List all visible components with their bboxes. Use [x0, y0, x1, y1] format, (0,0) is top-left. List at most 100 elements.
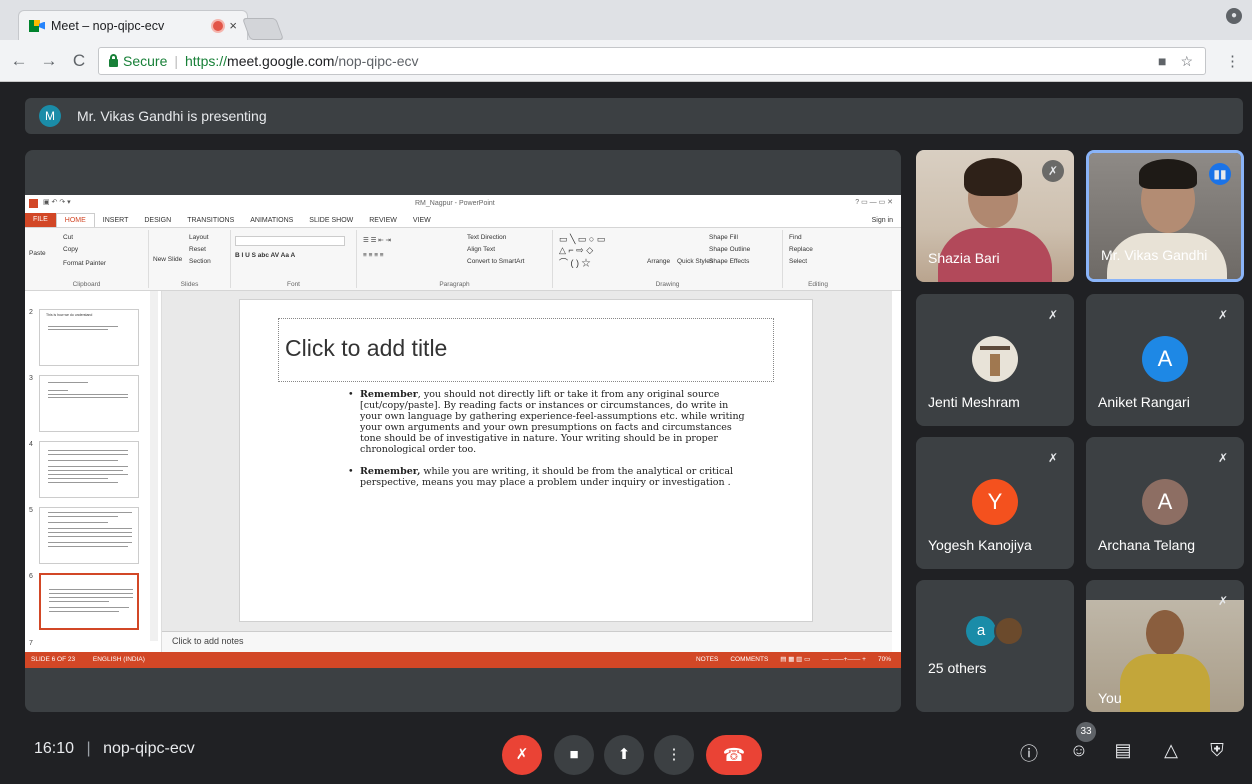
status-comments-button[interactable]: COMMENTS	[730, 652, 768, 668]
ppt-tab-transitions[interactable]: TRANSITIONS	[179, 217, 242, 224]
presenter-avatar: M	[39, 105, 61, 127]
address-bar[interactable]: Secure | https:// meet.google.com /nop-q…	[98, 47, 1206, 75]
shape-fill-button[interactable]: Shape Fill	[709, 234, 738, 241]
others-count: 25 others	[928, 660, 987, 676]
browser-menu-icon[interactable]: ⋮	[1225, 52, 1240, 70]
font-group: B I U S abc AV Aa A Font	[231, 230, 357, 288]
ppt-tab-review[interactable]: REVIEW	[361, 217, 405, 224]
others-tile[interactable]: a 25 others	[916, 580, 1074, 712]
font-label: Font	[286, 281, 300, 288]
chat-icon[interactable]: ▤	[1110, 740, 1136, 761]
meet-favicon-icon	[29, 19, 45, 32]
ppt-tab-insert[interactable]: INSERT	[95, 217, 137, 224]
slide-thumbnail-5[interactable]	[39, 507, 139, 564]
shapes-gallery[interactable]: ▭ ╲ ▭ ○ ▭ △ ⌐ ⇨ ◇ ⌒ ( ) ☆	[559, 234, 605, 269]
current-slide[interactable]: Click to add title Remember, you should …	[239, 299, 813, 622]
layout-button[interactable]: Layout	[189, 234, 209, 241]
quick-access-icons: ▣ ↶ ↷ ▾	[43, 199, 71, 206]
thumbnail-scrollbar[interactable]	[150, 291, 158, 641]
cut-button[interactable]: Cut	[63, 234, 73, 241]
slide-thumbnail-4[interactable]	[39, 441, 139, 498]
notes-pane[interactable]: Click to add notes	[162, 631, 892, 652]
status-notes-button[interactable]: NOTES	[696, 652, 718, 668]
ppt-tab-animations[interactable]: ANIMATIONS	[242, 217, 301, 224]
ppt-tab-home[interactable]: HOME	[55, 213, 95, 227]
bullets-buttons[interactable]: ☰ ☰ ⇤ ⇥	[363, 236, 391, 244]
more-options-button[interactable]: ⋮	[654, 735, 694, 775]
align-buttons[interactable]: ≡ ≡ ≡ ≡	[363, 252, 384, 259]
shared-screen-powerpoint: ▣ ↶ ↷ ▾ RM_Nagpur - PowerPoint ? ▭ — ▭ ✕…	[25, 195, 901, 668]
font-name-box[interactable]	[235, 236, 345, 246]
paste-button[interactable]: Paste	[29, 250, 46, 257]
format-painter-button[interactable]: Format Painter	[63, 260, 106, 267]
slide-thumbnail-2[interactable]: This is how we do understand	[39, 309, 139, 366]
present-button[interactable]: ⬆	[604, 735, 644, 775]
thumb-2-title: This is how we do understand	[46, 313, 93, 317]
tab-strip: Meet – nop-qipc-ecv × ●	[0, 0, 1252, 40]
presenting-banner: M Mr. Vikas Gandhi is presenting	[25, 98, 1243, 134]
bullet-bold: Remember,	[360, 466, 421, 477]
url-scheme: https://	[185, 53, 228, 69]
new-tab-button[interactable]	[241, 18, 285, 40]
ppt-tab-file[interactable]: FILE	[25, 213, 56, 227]
section-button[interactable]: Section	[189, 258, 211, 265]
participant-tile[interactable]: ✗ Jenti Meshram	[916, 294, 1074, 426]
browser-tab[interactable]: Meet – nop-qipc-ecv ×	[18, 10, 248, 40]
others-avatar: a	[966, 616, 996, 646]
back-icon[interactable]: ←	[8, 51, 30, 71]
profile-icon[interactable]: ●	[1226, 8, 1242, 24]
activities-icon[interactable]: △	[1158, 740, 1184, 761]
find-button[interactable]: Find	[789, 234, 802, 241]
quick-styles-button[interactable]: Quick Styles	[677, 258, 713, 265]
participant-tile[interactable]: ✗ Y Yogesh Kanojiya	[916, 437, 1074, 569]
ppt-tab-slideshow[interactable]: SLIDE SHOW	[301, 217, 361, 224]
zoom-slider[interactable]: — ——+—— +	[822, 652, 866, 668]
arrange-button[interactable]: Arrange	[647, 258, 670, 265]
host-controls-icon[interactable]: ⛨	[1204, 740, 1230, 761]
slide-body[interactable]: Remember, you should not directly lift o…	[348, 389, 748, 499]
presenting-text: Mr. Vikas Gandhi is presenting	[77, 108, 267, 124]
more-vert-icon: ⋮	[666, 746, 682, 763]
ppt-sign-in[interactable]: Sign in	[864, 217, 901, 224]
leave-call-button[interactable]: ☎	[706, 735, 762, 775]
replace-button[interactable]: Replace	[789, 246, 813, 253]
forward-icon[interactable]: →	[38, 51, 60, 71]
slide-thumbnail-6[interactable]	[39, 573, 139, 630]
camera-toggle-button[interactable]: ■	[554, 735, 594, 775]
reload-icon[interactable]: C	[68, 51, 90, 71]
tab-close-icon[interactable]: ×	[229, 18, 237, 33]
ppt-tab-design[interactable]: DESIGN	[136, 217, 179, 224]
slide-thumbnail-pane: 2 This is how we do understand 3 4 5 6 7	[25, 291, 162, 652]
font-format-buttons[interactable]: B I U S abc AV Aa A	[235, 252, 295, 259]
participant-letter-avatar: A	[1142, 336, 1188, 382]
muted-mic-icon: ✗	[1217, 308, 1229, 322]
text-direction-button[interactable]: Text Direction	[467, 234, 506, 241]
select-button[interactable]: Select	[789, 258, 807, 265]
self-tile[interactable]: ✗ You	[1086, 580, 1244, 712]
convert-smartart-button[interactable]: Convert to SmartArt	[467, 258, 524, 265]
shape-effects-button[interactable]: Shape Effects	[709, 258, 749, 265]
camera-in-use-icon[interactable]: ■	[1158, 53, 1166, 70]
copy-button[interactable]: Copy	[63, 246, 78, 253]
ppt-logo-icon	[29, 199, 38, 208]
meeting-details-icon[interactable]: ⓘ	[1016, 740, 1042, 766]
ppt-ribbon: Paste Cut Copy Format Painter Clipboard …	[25, 227, 901, 291]
view-buttons-icon[interactable]: ▤ ▦ ▥ ▭	[780, 652, 810, 668]
ppt-tab-view[interactable]: VIEW	[405, 217, 439, 224]
title-placeholder[interactable]: Click to add title	[278, 318, 774, 382]
participant-tile-active-speaker[interactable]: ▮▮ Mr. Vikas Gandhi	[1086, 150, 1244, 282]
reset-button[interactable]: Reset	[189, 246, 206, 253]
participant-tile[interactable]: ✗ Shazia Bari	[916, 150, 1074, 282]
new-slide-button[interactable]: New Slide	[153, 256, 182, 263]
mic-toggle-button[interactable]: ✗	[502, 735, 542, 775]
clipboard-group: Paste Cut Copy Format Painter Clipboard	[25, 230, 149, 288]
shape-outline-button[interactable]: Shape Outline	[709, 246, 750, 253]
slide-thumbnail-3[interactable]	[39, 375, 139, 432]
slide-title: Click to add title	[285, 335, 448, 361]
align-text-button[interactable]: Align Text	[467, 246, 495, 253]
participant-name: Shazia Bari	[928, 250, 1000, 266]
participant-tile[interactable]: ✗ A Aniket Rangari	[1086, 294, 1244, 426]
people-icon[interactable]: ☺	[1066, 740, 1092, 761]
bookmark-star-icon[interactable]: ☆	[1180, 53, 1193, 70]
participant-tile[interactable]: ✗ A Archana Telang	[1086, 437, 1244, 569]
